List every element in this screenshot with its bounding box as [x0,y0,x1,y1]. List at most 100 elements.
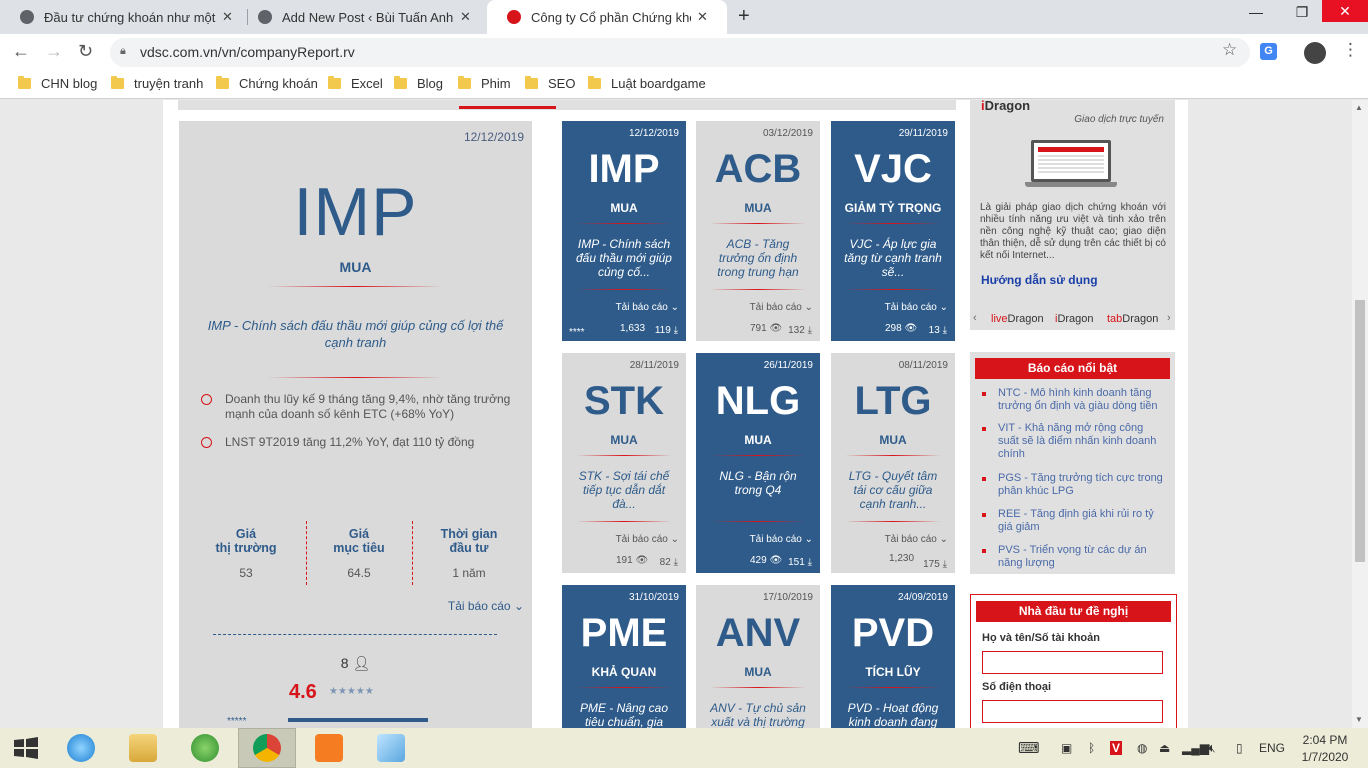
new-tab-button[interactable]: + [738,5,750,28]
tab-2[interactable]: Add New Post ‹ Bùi Tuấn Anh — ✕ [238,0,486,34]
highlight-item[interactable]: REE - Tăng định giá khi rủi ro tỷ giá gi… [982,508,1164,534]
network-app-icon[interactable]: ▣ [1061,741,1072,755]
user-guide-link[interactable]: Hướng dẫn sử dụng [981,273,1098,287]
taskbar-notepad[interactable] [362,728,420,768]
clock-time[interactable]: 2:04 PM [1302,733,1348,747]
bookmark-folder[interactable]: Excel [328,76,383,91]
close-tab-icon[interactable]: ✕ [222,9,233,25]
start-button[interactable] [0,728,52,768]
minimize-icon[interactable]: — [1236,2,1276,22]
card-stock-code[interactable]: VJC [831,147,955,192]
rating-stars[interactable]: ★★★★★ [329,686,374,697]
download-report-link[interactable]: Tải báo cáo ⌄ [616,302,679,313]
bookmark-folder[interactable]: truyện tranh [111,76,203,91]
volume-muted-icon[interactable]: 🔇︎ [1208,741,1216,756]
taskbar-ie[interactable] [52,728,110,768]
tab-3-active[interactable]: Công ty Cổ phần Chứng khoán R ✕ [487,0,727,34]
report-card[interactable]: 17/10/2019 ANV MUA ANV - Tự chủ sản xuất… [696,585,820,728]
card-title[interactable]: STK - Sợi tái chế tiếp tục dẫn dắt đà... [574,469,674,511]
card-title[interactable]: ANV - Tự chủ sản xuất và thị trường [708,701,808,728]
bookmark-star-icon[interactable]: ☆ [1222,40,1237,60]
report-card[interactable]: 24/09/2019 PVD TÍCH LŨY PVD - Hoạt động … [831,585,955,728]
card-title[interactable]: LTG - Quyết tâm tái cơ cấu giữa cạnh tra… [843,469,943,511]
card-stock-code[interactable]: ANV [696,611,820,656]
report-card[interactable]: 29/11/2019 VJC GIẢM TỶ TRỌNG VJC - Áp lự… [831,121,955,341]
highlight-item[interactable]: PGS - Tăng trưởng tích cực trong phân kh… [982,472,1164,498]
back-icon[interactable]: ← [12,41,30,62]
close-tab-icon[interactable]: ✕ [697,9,708,25]
card-stock-code[interactable]: PVD [831,611,955,656]
card-title[interactable]: ACB - Tăng trưởng ổn định trong trung hạ… [708,237,808,279]
bookmark-folder[interactable]: Luật boardgame [588,76,706,91]
bookmark-folder[interactable]: SEO [525,76,575,91]
signal-icon[interactable]: ▂▄▆ [1182,741,1209,755]
keyboard-icon[interactable]: ⌨ [1018,739,1040,757]
download-report-link[interactable]: Tải báo cáo ⌄ [750,534,813,545]
report-card[interactable]: 12/12/2019 IMP MUA IMP - Chính sách đấu … [562,121,686,341]
card-stock-code[interactable]: NLG [696,379,820,424]
download-report-link[interactable]: Tải báo cáo ⌄ [616,534,679,545]
chevron-right-icon[interactable]: › [1167,312,1171,324]
bookmark-folder[interactable]: Blog [394,76,443,91]
google-translate-icon[interactable]: G [1260,43,1277,60]
card-stock-code[interactable]: STK [562,379,686,424]
bookmark-folder[interactable]: Chứng khoán [216,76,318,91]
close-window-icon[interactable]: ✕ [1322,0,1368,22]
restore-icon[interactable]: ❐ [1282,2,1322,22]
bookmark-folder[interactable]: CHN blog [18,76,97,91]
bookmark-folder[interactable]: Phim [458,76,511,91]
card-stock-code[interactable]: IMP [562,147,686,192]
card-stock-code[interactable]: PME [562,611,686,656]
report-card[interactable]: 28/11/2019 STK MUA STK - Sợi tái chế tiế… [562,353,686,573]
report-card[interactable]: 31/10/2019 PME KHẢ QUAN PME - Nâng cao t… [562,585,686,728]
reload-icon[interactable]: ↻ [78,41,93,62]
language-indicator[interactable]: ENG [1259,741,1285,755]
livedragon-link[interactable]: liveDragon [991,313,1044,325]
report-title[interactable]: IMP - Chính sách đấu thầu mới giúp củng … [203,317,508,351]
card-stock-code[interactable]: ACB [696,147,820,192]
report-card[interactable]: 26/11/2019 NLG MUA NLG - Bận rộn trong Q… [696,353,820,573]
taskbar-chrome[interactable] [238,728,296,768]
featured-report[interactable]: 12/12/2019 IMP MUA IMP - Chính sách đấu … [179,121,532,728]
lock-icon[interactable]: 🔒︎ [120,45,126,58]
card-title[interactable]: VJC - Áp lực gia tăng từ cạnh tranh sẽ..… [843,237,943,279]
forward-icon[interactable]: → [45,41,63,62]
address-bar[interactable]: 🔒︎ vdsc.com.vn/vn/companyReport.rv [110,38,1250,67]
card-title[interactable]: NLG - Bận rộn trong Q4 [708,469,808,497]
card-title[interactable]: IMP - Chính sách đấu thầu mới giúp củng … [574,237,674,279]
safely-remove-icon[interactable]: ⏏ [1159,741,1170,755]
phone-input[interactable] [982,700,1163,723]
chevron-left-icon[interactable]: ‹ [973,312,977,324]
taskbar-explorer[interactable] [114,728,172,768]
idragon-link[interactable]: iDragon [1055,313,1094,325]
scroll-thumb[interactable] [1355,300,1365,562]
download-report-link[interactable]: Tải báo cáo ⌄ [885,534,948,545]
tab-1[interactable]: Đầu tư chứng khoán như một kẻ ✕ [0,0,246,34]
tabdragon-link[interactable]: tabDragon [1107,313,1158,325]
close-tab-icon[interactable]: ✕ [460,9,471,25]
highlight-item[interactable]: NTC - Mô hình kinh doanh tăng trưởng ổn … [982,387,1164,413]
url-text[interactable]: vdsc.com.vn/vn/companyReport.rv [140,44,355,60]
report-card[interactable]: 03/12/2019 ACB MUA ACB - Tăng trưởng ổn … [696,121,820,341]
taskbar-xampp[interactable] [300,728,358,768]
highlight-item[interactable]: VIT - Khả năng mở rộng công suất sẽ là đ… [982,422,1164,461]
stock-code[interactable]: IMP [179,173,532,251]
taskbar-coccoc[interactable] [176,728,234,768]
scroll-down-icon[interactable]: ▼ [1355,715,1363,724]
vietkey-icon[interactable]: V [1110,741,1123,755]
name-account-input[interactable] [982,651,1163,674]
bluetooth-icon[interactable]: ᛒ [1088,741,1095,755]
report-card[interactable]: 08/11/2019 LTG MUA LTG - Quyết tâm tái c… [831,353,955,573]
download-report-link[interactable]: Tải báo cáo ⌄ [750,302,813,313]
card-title[interactable]: PME - Nâng cao tiêu chuẩn, gia tăng [574,701,674,728]
card-stock-code[interactable]: LTG [831,379,955,424]
download-report-link[interactable]: Tải báo cáo ⌄ [885,302,948,313]
clock-date[interactable]: 1/7/2020 [1300,750,1350,764]
download-report-link[interactable]: Tải báo cáo ⌄ [448,599,524,613]
profile-avatar[interactable] [1304,42,1326,64]
menu-dots-icon[interactable]: ⋮ [1342,40,1359,60]
card-title[interactable]: PVD - Hoạt động kinh doanh đang [843,701,943,728]
highlight-item[interactable]: PVS - Triển vọng từ các dự án năng lượng [982,544,1164,570]
battery-icon[interactable]: ▯ [1236,741,1243,755]
mouse-icon[interactable]: ◍ [1137,741,1147,755]
